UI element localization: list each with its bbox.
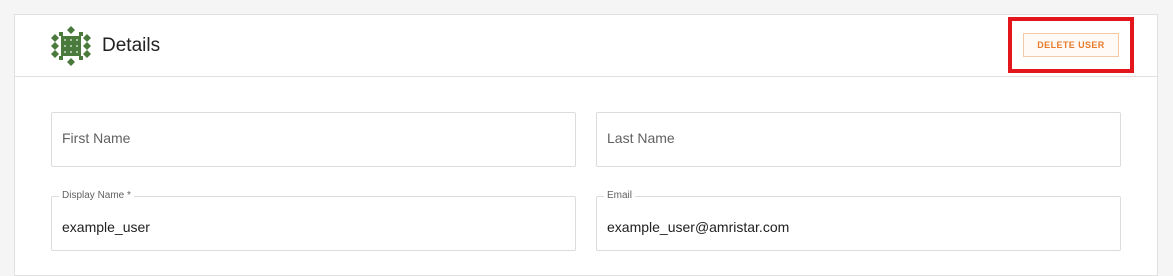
display-name-field[interactable]: Display Name * example_user bbox=[51, 190, 576, 251]
page-title: Details bbox=[102, 35, 161, 56]
user-avatar-icon bbox=[51, 26, 91, 66]
delete-user-button[interactable]: DELETE USER bbox=[1023, 33, 1119, 57]
card-header: Details DELETE USER bbox=[15, 15, 1157, 77]
display-name-value: example_user bbox=[62, 219, 150, 235]
email-field[interactable]: Email example_user@amristar.com bbox=[596, 190, 1121, 251]
last-name-field[interactable]: Last Name bbox=[596, 112, 1121, 167]
last-name-placeholder: Last Name bbox=[607, 130, 675, 146]
delete-user-highlight: DELETE USER bbox=[1008, 17, 1134, 73]
display-name-label: Display Name * bbox=[59, 190, 134, 202]
first-name-placeholder: First Name bbox=[62, 130, 131, 146]
first-name-field[interactable]: First Name bbox=[51, 112, 576, 167]
email-value: example_user@amristar.com bbox=[607, 219, 790, 235]
details-card: Details DELETE USER First Name Last Name… bbox=[14, 14, 1158, 276]
email-label: Email bbox=[604, 190, 636, 202]
